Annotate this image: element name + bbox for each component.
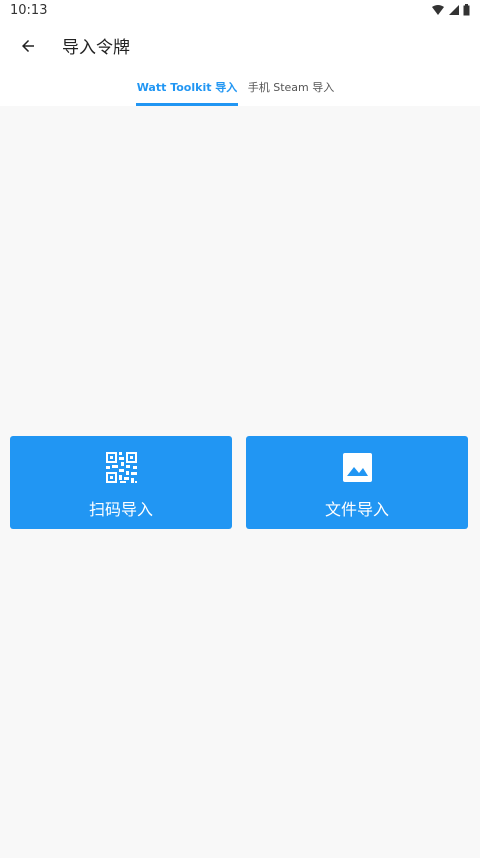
status-icons <box>432 4 470 16</box>
back-button[interactable] <box>12 30 44 62</box>
wifi-icon <box>432 5 444 15</box>
battery-icon <box>463 4 470 16</box>
status-bar: 10:13 <box>0 0 480 24</box>
tab-indicator <box>136 103 238 106</box>
tab-label: 手机 Steam 导入 <box>247 81 335 94</box>
page-title: 导入令牌 <box>62 38 130 58</box>
status-time: 10:13 <box>10 3 48 18</box>
signal-icon <box>449 5 459 15</box>
app-bar: 导入令牌 <box>0 24 480 68</box>
scan-import-button[interactable]: 扫码导入 <box>10 436 232 529</box>
file-import-button[interactable]: 文件导入 <box>246 436 468 529</box>
scan-import-label: 扫码导入 <box>88 500 153 519</box>
tab-watt-toolkit-import[interactable]: Watt Toolkit 导入 <box>136 68 238 106</box>
tab-label: Watt Toolkit 导入 <box>136 81 238 94</box>
qr-code-icon <box>106 452 137 483</box>
file-import-label: 文件导入 <box>324 500 389 519</box>
tab-mobile-steam-import[interactable]: 手机 Steam 导入 <box>240 68 342 106</box>
arrow-back-icon <box>22 40 34 52</box>
tab-bar: Watt Toolkit 导入 手机 Steam 导入 <box>0 68 480 106</box>
image-icon <box>343 453 372 482</box>
